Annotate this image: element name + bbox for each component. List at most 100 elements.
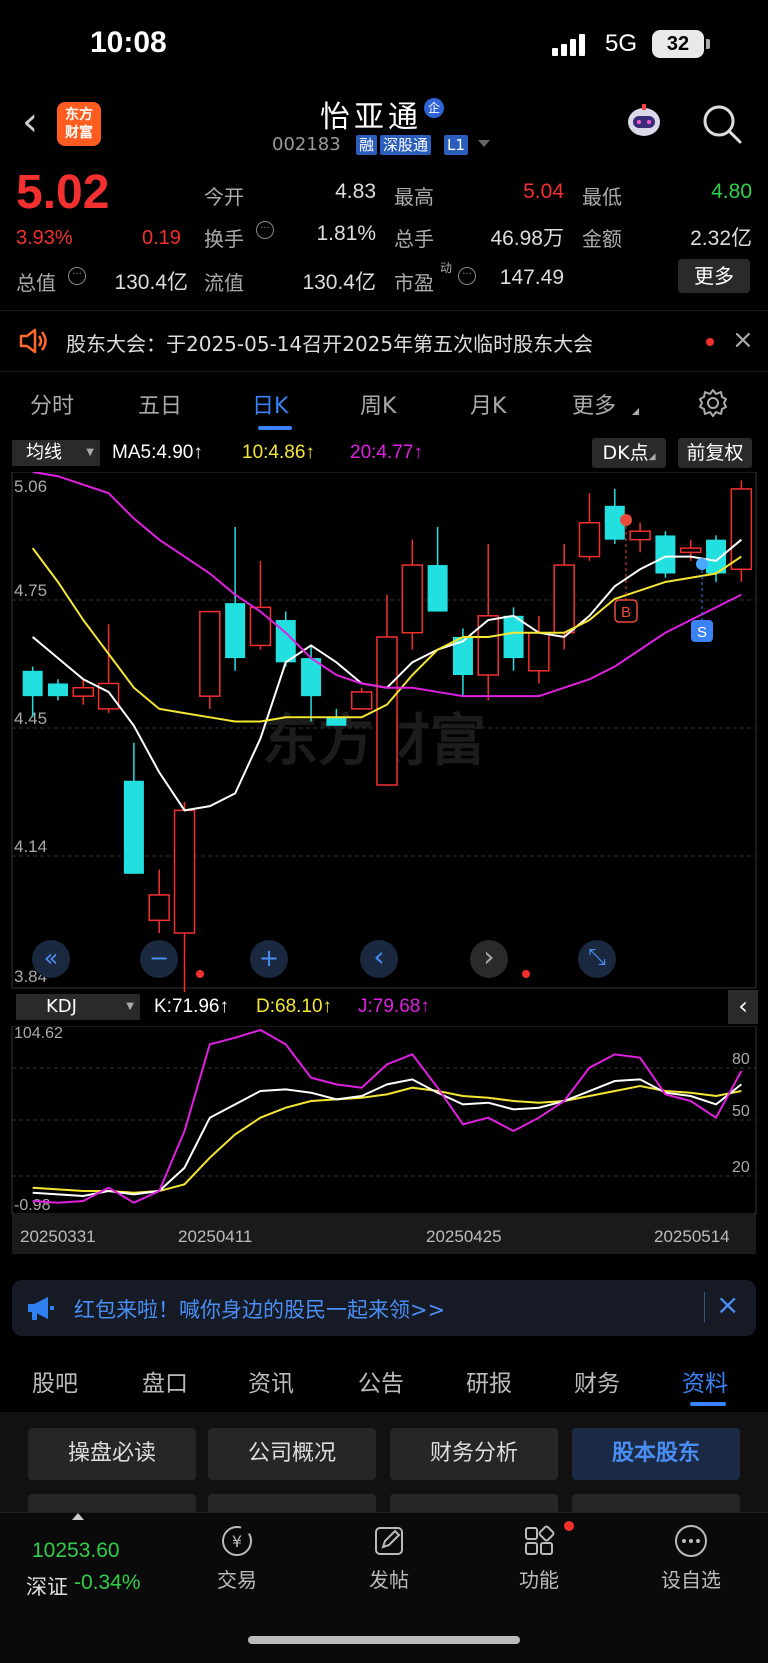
last-price: 5.02 bbox=[16, 166, 110, 219]
tab-news[interactable]: 资讯 bbox=[248, 1364, 294, 1398]
more-button[interactable]: 更多 bbox=[678, 259, 750, 293]
close-icon[interactable]: × bbox=[732, 325, 754, 355]
status-time: 10:08 bbox=[90, 26, 167, 59]
back-icon[interactable]: ‹ bbox=[22, 102, 52, 142]
tab-daily-k[interactable]: 日K bbox=[252, 388, 288, 420]
nav-trade[interactable]: ¥ 交易 bbox=[182, 1523, 292, 1593]
tab-five-day[interactable]: 五日 bbox=[138, 388, 182, 420]
notify-dot bbox=[196, 970, 204, 978]
next-row-button[interactable] bbox=[208, 1494, 376, 1512]
scroll-left-button[interactable]: ‹ bbox=[360, 940, 398, 978]
kline-chart[interactable]: 东方财富 5.06 4.75 4.45 4.14 3.84 B S « − + … bbox=[0, 471, 768, 997]
next-row-button[interactable] bbox=[390, 1494, 558, 1512]
tab-orderbook[interactable]: 盘口 bbox=[142, 1364, 188, 1398]
info-icon[interactable]: ··· bbox=[68, 267, 86, 285]
trade-icon: ¥ bbox=[222, 1526, 252, 1556]
candle-body bbox=[528, 631, 550, 672]
candle-body bbox=[427, 565, 448, 612]
high-value: 5.04 bbox=[523, 180, 564, 203]
index-value[interactable]: 10253.60 bbox=[32, 1539, 120, 1563]
shareholders-button[interactable]: 股本股东 bbox=[572, 1428, 740, 1480]
expand-caret-icon[interactable] bbox=[72, 1513, 84, 1520]
ma-select[interactable]: 均线 ▼ bbox=[12, 440, 100, 466]
info-icon[interactable]: ··· bbox=[256, 221, 274, 239]
tab-profile[interactable]: 资料 bbox=[682, 1364, 728, 1398]
tab-monthly-k[interactable]: 月K bbox=[470, 388, 506, 420]
network-label: 5G bbox=[605, 30, 638, 57]
open-value: 4.83 bbox=[335, 180, 376, 203]
index-name[interactable]: 深证 bbox=[26, 1571, 68, 1601]
turnover-value: 1.81% bbox=[316, 222, 376, 245]
svg-text:¥: ¥ bbox=[232, 1532, 242, 1551]
dk-point-button[interactable]: DK点◢ bbox=[592, 438, 666, 468]
edit-icon bbox=[375, 1527, 403, 1555]
change-percent: 3.93% bbox=[16, 227, 73, 249]
financial-analysis-button[interactable]: 财务分析 bbox=[390, 1428, 558, 1480]
kdj-80-label: 80 bbox=[732, 1051, 750, 1068]
assistant-robot-icon[interactable] bbox=[624, 102, 664, 142]
battery-tip bbox=[706, 39, 710, 49]
collapse-panel-button[interactable]: ‹ bbox=[728, 990, 758, 1024]
zoom-out-button[interactable]: − bbox=[140, 940, 178, 978]
d-value: D:68.10↑ bbox=[256, 996, 333, 1017]
scroll-right-button[interactable]: › bbox=[470, 940, 508, 978]
nav-post[interactable]: 发帖 bbox=[334, 1523, 444, 1593]
tab-research[interactable]: 研报 bbox=[466, 1364, 512, 1398]
dropdown-caret-icon[interactable] bbox=[478, 140, 490, 147]
zoom-in-button[interactable]: + bbox=[250, 940, 288, 978]
j-value: J:79.68↑ bbox=[358, 996, 430, 1017]
kdj-indicator-bar: KDJ ▼ K:71.96↑ D:68.10↑ J:79.68↑ ‹ bbox=[0, 990, 768, 1026]
close-icon[interactable]: × bbox=[716, 1288, 739, 1321]
stock-name: 怡亚通 bbox=[320, 100, 422, 135]
nav-watchlist[interactable]: 设自选 bbox=[636, 1523, 746, 1593]
company-overview-button[interactable]: 公司概况 bbox=[208, 1428, 376, 1480]
candle-body bbox=[199, 610, 221, 697]
promo-banner[interactable]: 红包来啦！喊你身边的股民一起来领>> × bbox=[12, 1280, 756, 1336]
next-row-button[interactable] bbox=[28, 1494, 196, 1512]
search-icon[interactable] bbox=[700, 102, 744, 146]
kdj-top-label: 104.62 bbox=[14, 1026, 63, 1042]
float-mv-value: 130.4亿 bbox=[302, 271, 376, 294]
scroll-left-fast-button[interactable]: « bbox=[32, 940, 70, 978]
y-label-top: 5.06 bbox=[14, 477, 47, 496]
info-icon[interactable]: ··· bbox=[458, 267, 476, 285]
tab-announcements[interactable]: 公告 bbox=[358, 1364, 404, 1398]
active-tab-indicator bbox=[690, 1402, 726, 1406]
tab-forum[interactable]: 股吧 bbox=[32, 1364, 78, 1398]
pe-dynamic-sup: 动 bbox=[440, 261, 453, 275]
adjust-button[interactable]: 前复权 bbox=[678, 438, 752, 468]
fullscreen-button[interactable]: ⤡ bbox=[578, 940, 616, 978]
index-change[interactable]: -0.34% bbox=[74, 1571, 141, 1595]
kdj-chart[interactable]: 104.62 -0.98 80 50 20 20250331 20250411 … bbox=[0, 1025, 768, 1266]
candle-body bbox=[148, 894, 170, 922]
kdj-k-line bbox=[32, 1078, 742, 1198]
tab-weekly-k[interactable]: 周K bbox=[360, 388, 396, 420]
divider bbox=[704, 1292, 705, 1322]
quote-panel: 5.02 3.93% 0.19 总值 ··· 130.4亿 今开 4.83 换手… bbox=[0, 165, 768, 305]
tab-more[interactable]: 更多 bbox=[572, 388, 616, 420]
candle-body bbox=[401, 564, 424, 634]
watermark: 东方财富 bbox=[262, 709, 486, 772]
indicator-select-label: KDJ bbox=[46, 996, 77, 1017]
kline-svg: 东方财富 5.06 4.75 4.45 4.14 3.84 B S bbox=[11, 471, 757, 997]
candle-body bbox=[97, 682, 120, 710]
tab-finance[interactable]: 财务 bbox=[574, 1364, 620, 1398]
tab-intraday[interactable]: 分时 bbox=[30, 388, 74, 420]
trading-guide-button[interactable]: 操盘必读 bbox=[28, 1428, 196, 1480]
next-row-button[interactable] bbox=[572, 1494, 740, 1512]
battery-indicator: 32 bbox=[652, 30, 704, 58]
nav-functions[interactable]: 功能 bbox=[484, 1523, 594, 1593]
notice-text: 股东大会：于2025-05-14召开2025年第五次临时股东大会 bbox=[66, 332, 594, 356]
nav-watchlist-label: 设自选 bbox=[661, 1568, 721, 1592]
stock-header: ‹ 东方 财富 怡亚通 企 002183 融 深股通 L1 bbox=[0, 90, 768, 160]
kdj-50-label: 50 bbox=[732, 1103, 750, 1120]
candle-body bbox=[173, 809, 196, 934]
sell-marker-label: S bbox=[697, 624, 707, 641]
notice-bar[interactable]: 股东大会：于2025-05-14召开2025年第五次临时股东大会 × bbox=[0, 310, 768, 372]
indicator-select[interactable]: KDJ ▼ bbox=[16, 994, 140, 1020]
gear-icon[interactable] bbox=[698, 388, 728, 418]
tab-more-caret-icon bbox=[632, 408, 639, 415]
date-axis-bg bbox=[12, 1214, 756, 1254]
candle-body bbox=[249, 606, 272, 647]
app-logo[interactable]: 东方 财富 bbox=[57, 102, 101, 146]
